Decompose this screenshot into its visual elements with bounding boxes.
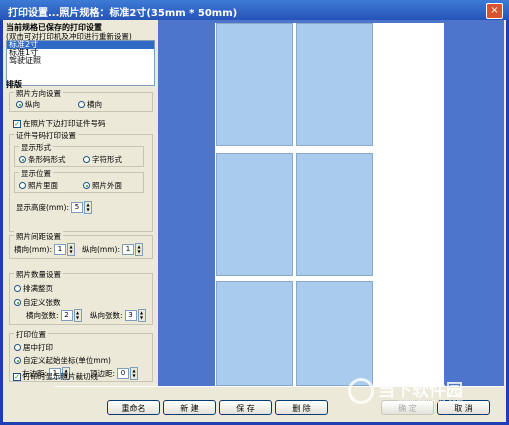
count-v-label: 纵向张数: [90, 311, 123, 320]
close-button[interactable]: × [486, 3, 503, 19]
watermark-url: www.downxia.com [398, 398, 464, 406]
id-settings-caption: 证件号码打印设置 [14, 130, 78, 141]
count-h-stepper[interactable]: 2 ▲ ▼ [60, 309, 82, 322]
spin-arrows-icon[interactable]: ▲ ▼ [67, 243, 75, 256]
orientation-group: 照片方向设置 纵向 横向 [9, 88, 153, 112]
display-format-group: 显示形式 条形码形式 字符形式 [14, 142, 144, 167]
spacing-v-row: 纵向(mm): 1 ▲ ▼ [82, 243, 143, 256]
watermark-logo-icon [348, 378, 374, 404]
print-border-label: 打印时显示照片裁切线 [23, 372, 98, 381]
print-id-checkbox[interactable]: ✓ 在照片下边打印证件号码 [13, 118, 106, 129]
radio-icon [78, 101, 85, 108]
count-v-stepper[interactable]: 3 ▲ ▼ [124, 309, 146, 322]
watermark: 当下软件园 www.downxia.com [348, 376, 488, 412]
spacing-v-value[interactable]: 1 [122, 244, 134, 255]
count-h-label: 横向张数: [26, 311, 59, 320]
count-caption: 照片数量设置 [14, 269, 63, 280]
spacing-v-label: 纵向(mm): [82, 245, 120, 254]
custom-origin-label: 自定义起始坐标(单位mm) [23, 356, 111, 365]
display-height-stepper[interactable]: 5 ▲ ▼ [71, 201, 92, 214]
photo-slot [216, 153, 293, 276]
dialog-client: 当前规格已保存的打印设置 (双击可对打印机及冲印进行重新设置) 标准2寸 标准1… [3, 20, 506, 422]
center-print-radio[interactable]: 居中打印 [14, 342, 53, 353]
count-h-row: 横向张数: 2 ▲ ▼ [26, 309, 82, 322]
orientation-caption: 照片方向设置 [14, 88, 63, 99]
display-position-group: 显示位置 照片里面 照片外面 [14, 168, 144, 193]
spacing-h-value[interactable]: 1 [54, 244, 66, 255]
radio-icon [83, 156, 90, 163]
custom-count-radio[interactable]: 自定义张数 [14, 297, 61, 308]
fill-page-label: 排满整页 [23, 284, 53, 293]
barcode-label: 条形码形式 [28, 155, 66, 164]
spacing-v-stepper[interactable]: 1 ▲ ▼ [122, 243, 143, 256]
landscape-label: 横向 [87, 100, 102, 109]
radio-icon [14, 285, 21, 292]
count-h-value[interactable]: 2 [60, 310, 73, 321]
settings-panel: 当前规格已保存的打印设置 (双击可对打印机及冲印进行重新设置) 标准2寸 标准1… [3, 20, 155, 400]
display-height-value[interactable]: 5 [71, 202, 83, 213]
count-v-value[interactable]: 3 [124, 310, 137, 321]
spacing-h-label: 横向(mm): [14, 245, 52, 254]
print-id-label: 在照片下边打印证件号码 [23, 119, 106, 128]
top-margin-stepper[interactable]: 0 ▲ ▼ [117, 367, 139, 380]
id-settings-group: 证件号码打印设置 显示形式 条形码形式 字符形式 显示位置 照片里面 照片外面 [9, 130, 153, 232]
display-height-label: 显示高度(mm): [16, 203, 69, 212]
inside-radio[interactable]: 照片里面 [19, 180, 58, 191]
center-print-label: 居中打印 [23, 343, 53, 352]
photo-slot [216, 281, 293, 386]
spin-arrows-icon[interactable]: ▲ ▼ [137, 309, 146, 322]
landscape-radio[interactable]: 横向 [78, 99, 102, 110]
check-icon: ✓ [13, 119, 21, 128]
window-title: 打印设置...照片规格：标准2寸(35mm * 50mm) [8, 8, 238, 19]
display-height-row: 显示高度(mm): 5 ▲ ▼ [16, 201, 92, 214]
radio-icon [83, 182, 90, 189]
outside-radio[interactable]: 照片外面 [83, 180, 122, 191]
spin-arrows-icon[interactable]: ▲ ▼ [130, 367, 139, 380]
radio-icon [14, 299, 21, 306]
spacing-h-stepper[interactable]: 1 ▲ ▼ [54, 243, 75, 256]
radio-icon [14, 357, 21, 364]
print-border-checkbox[interactable]: ✓ 打印时显示照片裁切线 [13, 371, 98, 382]
photo-slot [296, 281, 373, 386]
spacing-h-row: 横向(mm): 1 ▲ ▼ [14, 243, 75, 256]
radio-icon [16, 101, 23, 108]
rename-button[interactable]: 重命名 [107, 400, 160, 415]
inside-label: 照片里面 [28, 181, 58, 190]
outside-label: 照片外面 [92, 181, 122, 190]
count-v-row: 纵向张数: 3 ▲ ▼ [90, 309, 146, 322]
display-format-caption: 显示形式 [19, 142, 53, 153]
top-margin-value[interactable]: 0 [117, 368, 130, 379]
new-button[interactable]: 新 建 [163, 400, 216, 415]
display-position-caption: 显示位置 [19, 168, 53, 179]
count-group: 照片数量设置 排满整页 自定义张数 横向张数: 2 ▲ ▼ 纵向张数: 3 ▲ ▼ [9, 269, 153, 325]
spin-arrows-icon[interactable]: ▲ ▼ [84, 201, 92, 214]
check-icon: ✓ [13, 372, 21, 381]
text-format-label: 字符形式 [92, 155, 122, 164]
print-position-caption: 打印位置 [14, 329, 48, 340]
list-item[interactable]: 驾驶证照 [7, 57, 154, 65]
photo-slot [216, 23, 293, 146]
radio-icon [14, 344, 21, 351]
save-button[interactable]: 保 存 [219, 400, 272, 415]
custom-count-label: 自定义张数 [23, 298, 61, 307]
barcode-radio[interactable]: 条形码形式 [19, 154, 66, 165]
portrait-label: 纵向 [25, 100, 40, 109]
text-format-radio[interactable]: 字符形式 [83, 154, 122, 165]
radio-icon [19, 156, 26, 163]
photo-slot [296, 23, 373, 146]
custom-origin-radio[interactable]: 自定义起始坐标(单位mm) [14, 355, 111, 366]
fill-page-radio[interactable]: 排满整页 [14, 283, 53, 294]
paper-sheet [215, 23, 444, 386]
saved-settings-list[interactable]: 标准2寸 标准1寸 驾驶证照 [6, 40, 155, 86]
radio-icon [19, 182, 26, 189]
spin-arrows-icon[interactable]: ▲ ▼ [135, 243, 143, 256]
title-bar: 打印设置...照片规格：标准2寸(35mm * 50mm) × [0, 0, 509, 20]
print-preview [158, 20, 504, 386]
photo-slot [296, 153, 373, 276]
spacing-caption: 照片间距设置 [14, 231, 63, 242]
spin-arrows-icon[interactable]: ▲ ▼ [73, 309, 82, 322]
delete-button[interactable]: 删 除 [275, 400, 328, 415]
portrait-radio[interactable]: 纵向 [16, 99, 40, 110]
spacing-group: 照片间距设置 横向(mm): 1 ▲ ▼ 纵向(mm): 1 ▲ ▼ [9, 231, 153, 259]
